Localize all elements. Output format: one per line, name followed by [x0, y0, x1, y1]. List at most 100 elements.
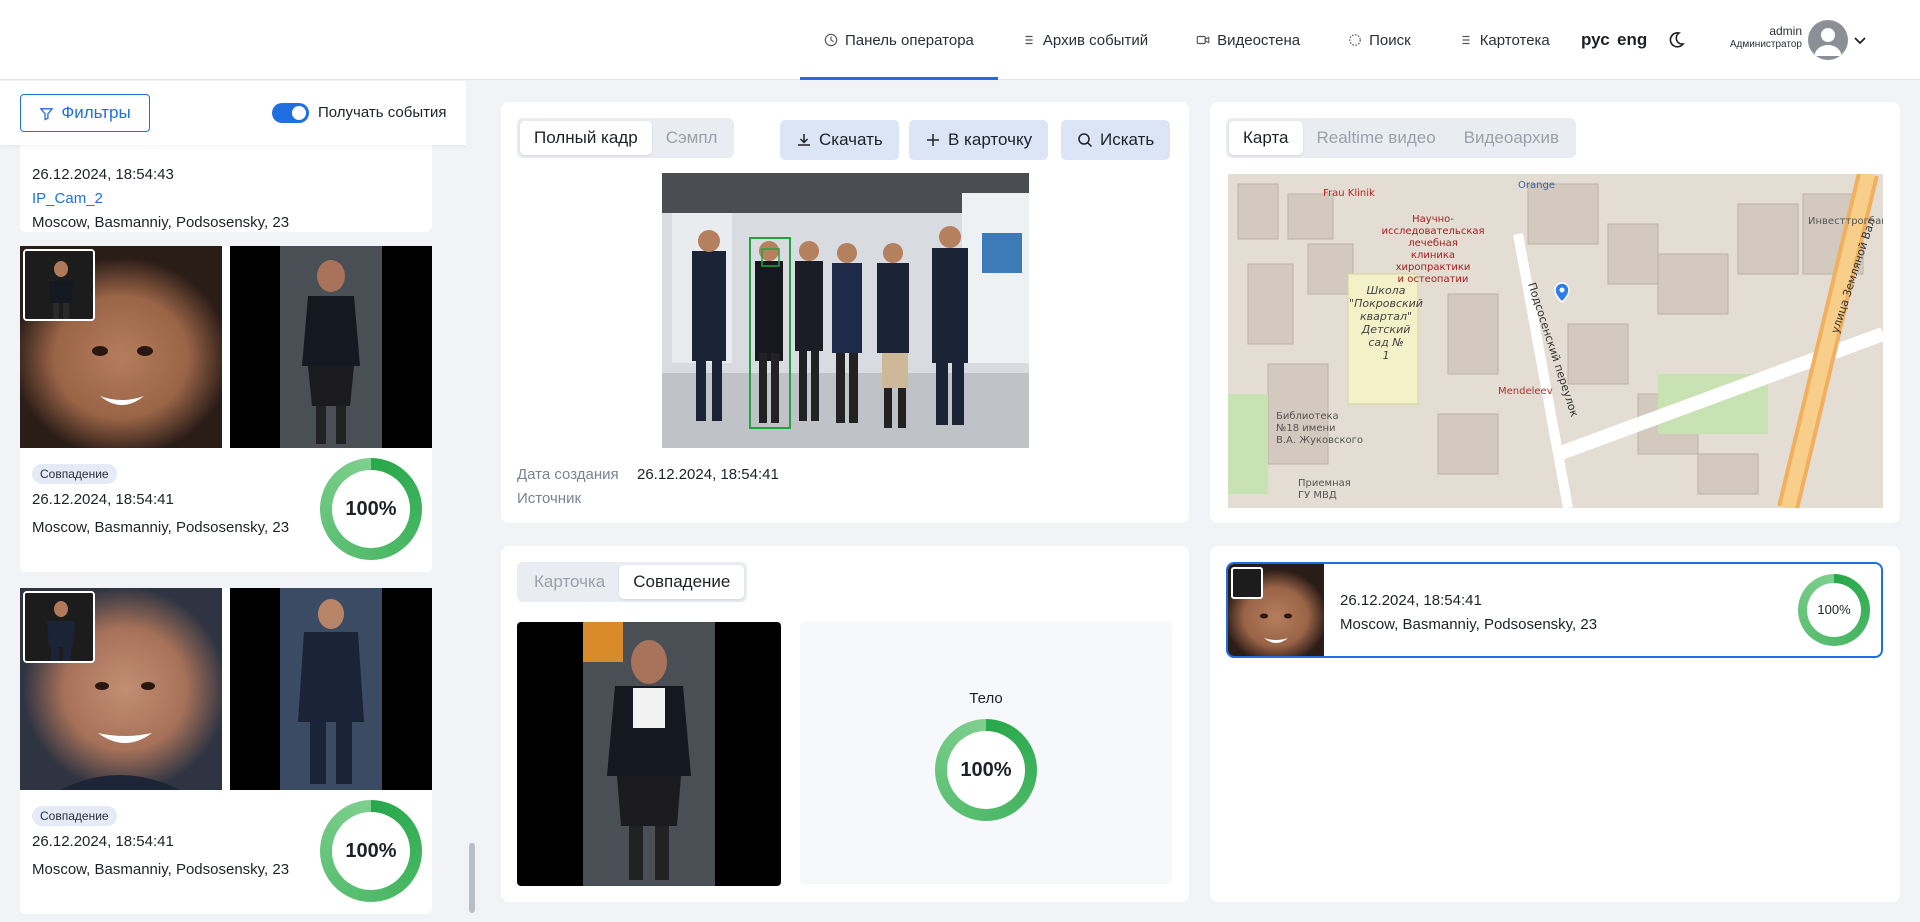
- body-metric-label: Тело: [969, 690, 1003, 707]
- nav-video-wall[interactable]: Видеостена: [1172, 0, 1324, 80]
- nav-event-archive[interactable]: Архив событий: [998, 0, 1172, 80]
- tab-video-archive[interactable]: Видеоархив: [1450, 121, 1573, 155]
- match-list-item[interactable]: 26.12.2024, 18:54:41 Moscow, Basmanniy, …: [1226, 562, 1883, 658]
- match-address: Moscow, Basmanniy, Podsosensky, 23: [1340, 616, 1598, 633]
- svg-text:Детский: Детский: [1361, 323, 1411, 336]
- match-score: 100%: [345, 498, 397, 520]
- face-crop: [20, 246, 222, 448]
- lang-ru-button[interactable]: рус: [1581, 30, 1610, 50]
- nav-label: Видеостена: [1217, 31, 1301, 49]
- tab-sample[interactable]: Сэмпл: [652, 121, 732, 155]
- svg-text:Школа: Школа: [1367, 284, 1406, 297]
- video-icon: [1196, 35, 1210, 45]
- moon-icon[interactable]: [1666, 30, 1686, 50]
- nav-operator-panel[interactable]: Панель оператора: [800, 0, 998, 80]
- svg-text:Frau Klinik: Frau Klinik: [1323, 188, 1375, 199]
- svg-text:№18 имени: №18 имени: [1276, 423, 1336, 434]
- tab-match[interactable]: Совпадение: [619, 565, 745, 599]
- svg-text:В.А. Жуковского: В.А. Жуковского: [1276, 435, 1363, 446]
- user-role: Администратор: [1729, 39, 1802, 50]
- list-icon: [1025, 35, 1033, 45]
- chevron-down-icon[interactable]: [1852, 32, 1868, 48]
- nav-label: Картотека: [1479, 31, 1550, 49]
- add-to-card-button[interactable]: В карточку: [909, 120, 1049, 160]
- add-to-card-label: В карточку: [948, 130, 1033, 149]
- body-crop: [230, 246, 432, 448]
- events-feed: Фильтры Получать события 26.12.2024, 18:…: [0, 81, 466, 922]
- tab-realtime-video[interactable]: Realtime видео: [1303, 121, 1450, 155]
- body-score-ring: 100%: [935, 719, 1037, 821]
- filter-icon: [39, 107, 54, 121]
- created-label: Дата создания: [517, 466, 619, 483]
- user-icon: [1814, 28, 1842, 56]
- svg-text:Orange: Orange: [1518, 180, 1555, 191]
- tab-map[interactable]: Карта: [1229, 121, 1303, 155]
- face-crop: [20, 588, 222, 790]
- body-crop: [230, 588, 432, 790]
- lang-en-button[interactable]: eng: [1617, 30, 1647, 50]
- plus-icon: [927, 134, 939, 146]
- search-button[interactable]: Искать: [1061, 120, 1171, 160]
- download-label: Скачать: [819, 130, 883, 149]
- filters-button[interactable]: Фильтры: [20, 94, 150, 132]
- svg-text:Приемная: Приемная: [1298, 478, 1351, 489]
- match-badge: Совпадение: [32, 806, 117, 826]
- tab-full-frame[interactable]: Полный кадр: [520, 121, 652, 155]
- search-label: Искать: [1100, 130, 1155, 149]
- event-time: 26.12.2024, 18:54:43: [32, 166, 174, 183]
- location-map[interactable]: Frau Klinik Научно- исследовательская ле…: [1228, 174, 1883, 508]
- svg-text:лечебная: лечебная: [1408, 238, 1457, 249]
- receive-events-label: Получать события: [318, 104, 447, 121]
- user-info[interactable]: admin Администратор: [1716, 24, 1802, 52]
- full-frame-image[interactable]: [662, 173, 1029, 448]
- event-address: Moscow, Basmanniy, Podsosensky, 23: [32, 214, 290, 231]
- event-address: Moscow, Basmanniy, Podsosensky, 23: [32, 861, 290, 878]
- event-card[interactable]: Совпадение 26.12.2024, 18:54:41 Moscow, …: [20, 588, 432, 914]
- filters-label: Фильтры: [61, 103, 131, 122]
- event-address: Moscow, Basmanniy, Podsosensky, 23: [32, 519, 290, 536]
- event-time: 26.12.2024, 18:54:41: [32, 491, 174, 508]
- match-score-ring: 100%: [320, 800, 422, 902]
- match-time: 26.12.2024, 18:54:41: [1340, 592, 1482, 609]
- nav-search[interactable]: Поиск: [1324, 0, 1435, 80]
- nav-card-index[interactable]: Картотека: [1435, 0, 1574, 80]
- clock-icon: [824, 33, 838, 47]
- match-score-ring: 100%: [1798, 574, 1870, 646]
- svg-text:клиника: клиника: [1411, 250, 1455, 261]
- events-scrollbar-thumb[interactable]: [469, 843, 475, 913]
- svg-text:"Покровский: "Покровский: [1349, 297, 1423, 310]
- source-label: Источник: [517, 490, 582, 507]
- svg-text:сад №: сад №: [1368, 336, 1403, 349]
- top-navigation-bar: Панель оператора Архив событий Видеостен…: [0, 0, 1920, 80]
- receive-events-toggle[interactable]: [272, 103, 309, 123]
- avatar[interactable]: [1808, 20, 1848, 60]
- match-badge: Совпадение: [32, 464, 117, 484]
- download-icon: [798, 134, 810, 146]
- body-score: 100%: [960, 759, 1012, 781]
- svg-text:и остеопатии: и остеопатии: [1398, 274, 1469, 285]
- svg-text:Инвесттрогбанк: Инвесттрогбанк: [1808, 216, 1883, 227]
- event-camera-link[interactable]: IP_Cam_2: [32, 190, 103, 207]
- svg-text:хиропрактики: хиропрактики: [1396, 262, 1471, 273]
- svg-text:Библиотека: Библиотека: [1276, 411, 1339, 422]
- event-card[interactable]: 26.12.2024, 18:54:43 IP_Cam_2 Moscow, Ba…: [20, 145, 432, 232]
- svg-text:квартал": квартал": [1360, 310, 1412, 323]
- filters-bar: Фильтры Получать события: [0, 81, 466, 145]
- svg-text:исследовательская: исследовательская: [1381, 226, 1484, 237]
- matched-body-image: [517, 622, 781, 886]
- nav-label: Панель оператора: [845, 31, 974, 49]
- search-icon: [1078, 133, 1093, 148]
- created-value: 26.12.2024, 18:54:41: [637, 466, 779, 483]
- frame-tabs: Полный кадр Сэмпл: [517, 118, 735, 158]
- match-frame-thumbnail: [1231, 567, 1263, 599]
- event-card[interactable]: Совпадение 26.12.2024, 18:54:41 Moscow, …: [20, 246, 432, 572]
- nav-label: Поиск: [1369, 31, 1411, 49]
- svg-text:ГУ МВД: ГУ МВД: [1298, 490, 1337, 501]
- frame-panel: Полный кадр Сэмпл Скачать В карточку Иск…: [501, 102, 1189, 523]
- match-face-image: [1228, 564, 1324, 656]
- event-time: 26.12.2024, 18:54:41: [32, 833, 174, 850]
- tab-card[interactable]: Карточка: [520, 565, 619, 599]
- map-tabs: Карта Realtime видео Видеоархив: [1226, 118, 1577, 158]
- events-scrollbar[interactable]: [466, 81, 478, 922]
- download-button[interactable]: Скачать: [780, 120, 899, 160]
